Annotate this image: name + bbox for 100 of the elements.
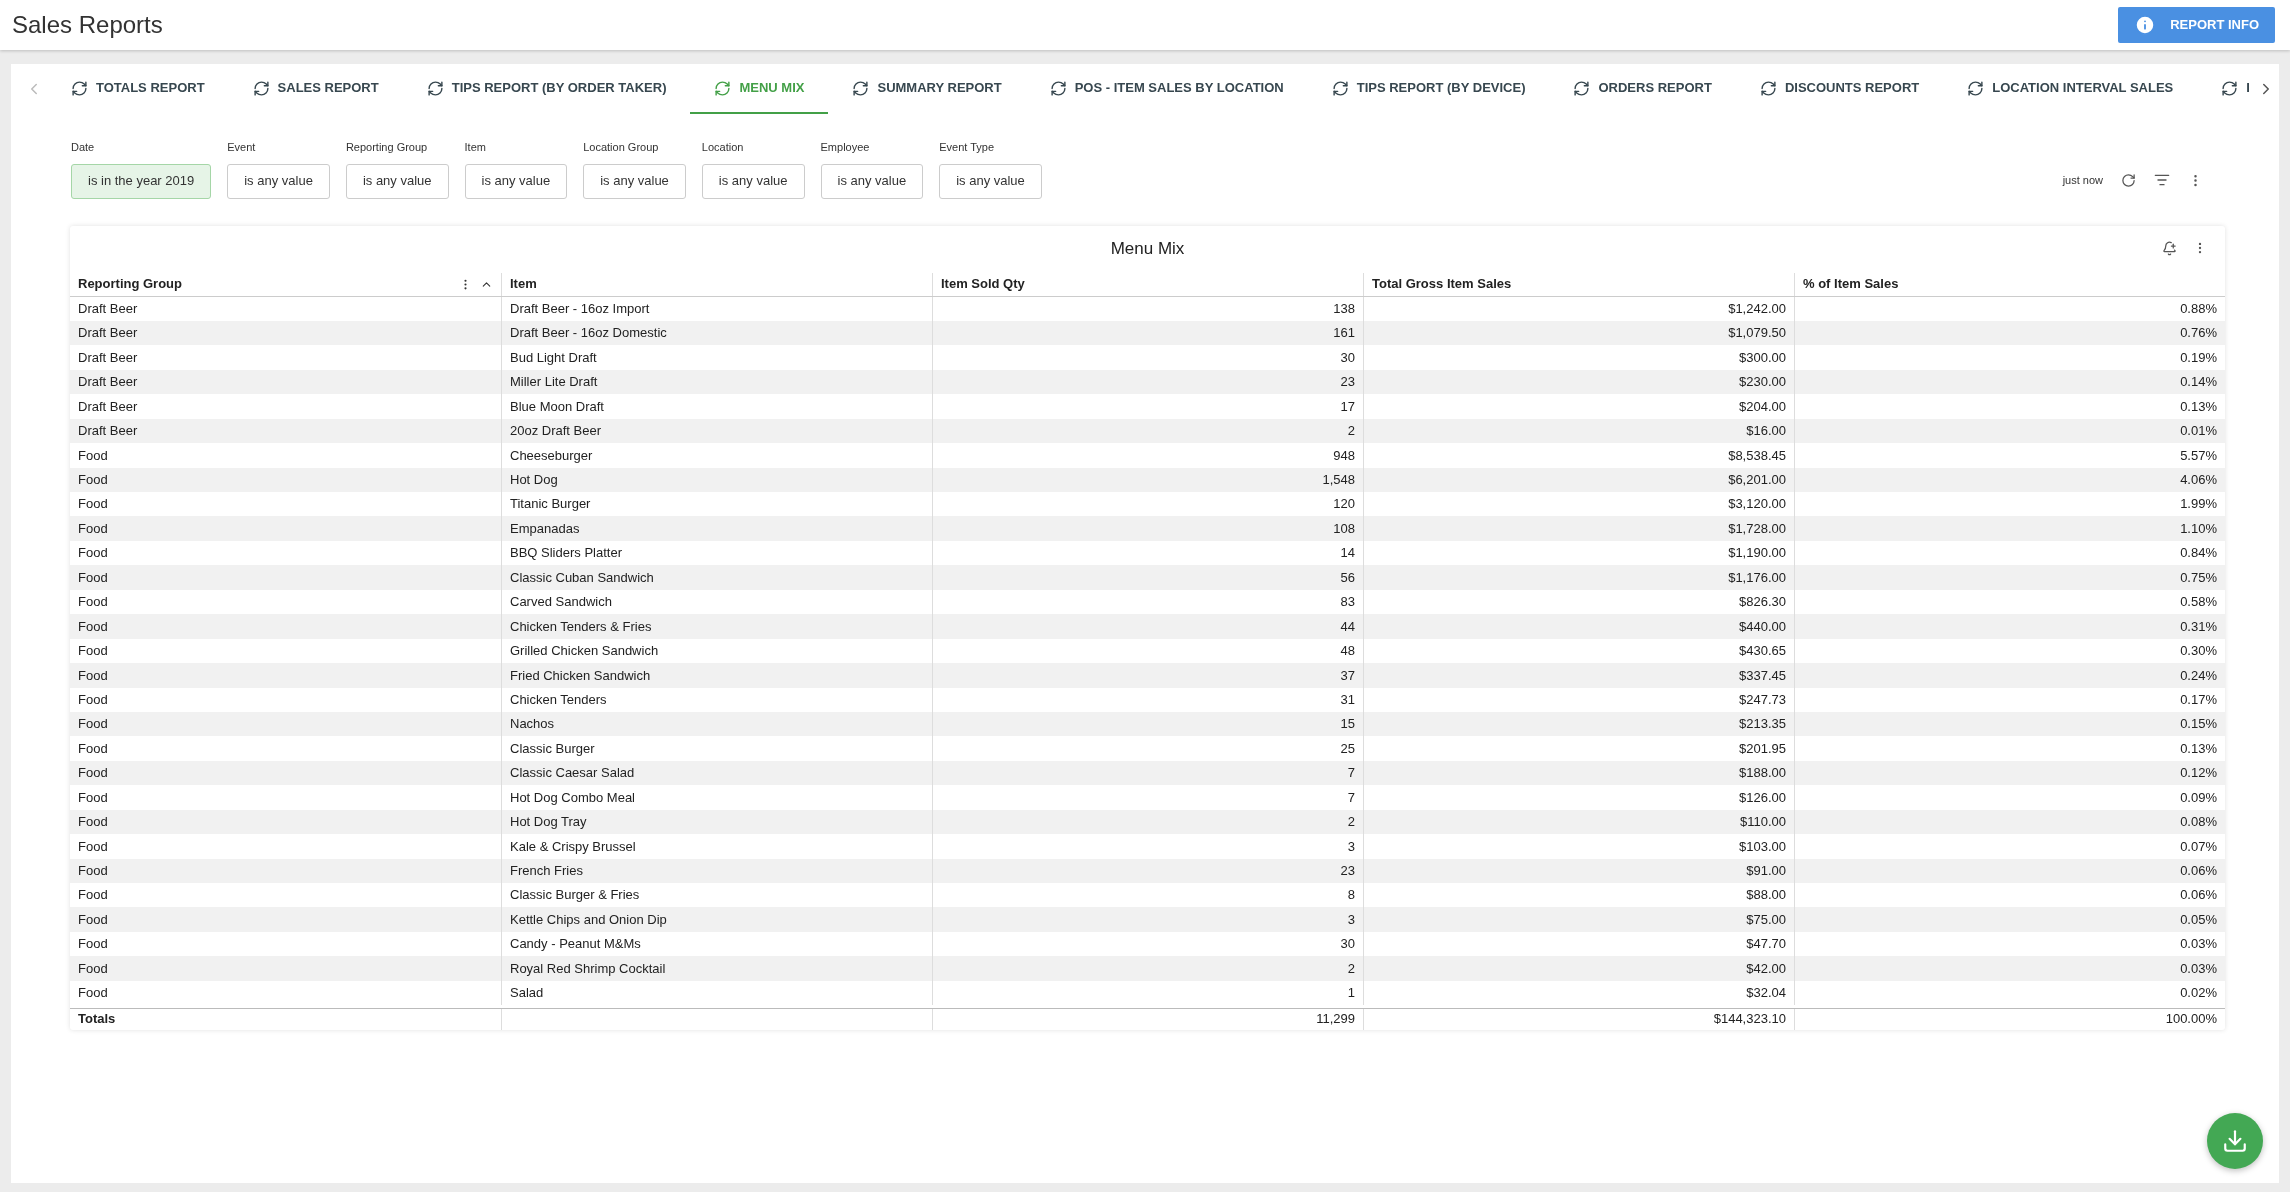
table-cell-text: $230.00 <box>1739 373 1786 392</box>
page-title: Sales Reports <box>12 10 163 40</box>
download-icon <box>2222 1128 2248 1154</box>
table-cell-text: 0.15% <box>2180 715 2217 734</box>
table-cell-text: 0.58% <box>2180 593 2217 612</box>
refresh-icon <box>1049 79 1067 97</box>
table-cell-text: 161 <box>1333 324 1355 343</box>
table-cell-text: Candy - Peanut M&Ms <box>510 935 641 954</box>
table-cell-text: $826.30 <box>1739 593 1786 612</box>
table-cell-text: 31 <box>1340 690 1355 709</box>
table-cell-text: Food <box>78 642 108 661</box>
table-cell-text: Cheeseburger <box>510 446 593 465</box>
table-cell-text: Titanic Burger <box>510 495 591 514</box>
column-header[interactable]: Item <box>510 274 537 294</box>
filter-label: Event <box>227 140 257 155</box>
table-cell-text: 30 <box>1340 348 1355 367</box>
table-cell-text: Chicken Tenders <box>510 690 607 709</box>
table-cell-text: 108 <box>1333 519 1355 538</box>
info-icon <box>2134 14 2157 36</box>
report-tab[interactable]: TOTALS REPORT <box>47 64 229 114</box>
table-cell-text: French Fries <box>510 862 583 881</box>
table-cell-text: $1,242.00 <box>1728 299 1786 318</box>
table-cell-text: Draft Beer <box>78 324 138 343</box>
table-cell-text: 0.31% <box>2180 617 2217 636</box>
refresh-icon <box>1331 79 1349 97</box>
report-tab[interactable]: SALES REPORT <box>228 64 403 114</box>
column-header[interactable]: Reporting Group <box>78 274 182 294</box>
table-cell-text: $6,201.00 <box>1728 471 1786 490</box>
table-cell-text: Food <box>78 935 108 954</box>
table-cell-text: Food <box>78 593 108 612</box>
download-button[interactable] <box>2207 1113 2263 1169</box>
filter-button[interactable]: is any value <box>939 163 1042 199</box>
table-cell-text: Food <box>78 739 108 758</box>
table-cell-text: $1,079.50 <box>1728 324 1786 343</box>
table-cell-text: 0.84% <box>2180 544 2217 563</box>
table-cell-text: Food <box>78 544 108 563</box>
column-header[interactable]: Item Sold Qty <box>941 274 1025 294</box>
filter-label: Event Type <box>939 140 995 155</box>
table-cell-text: 37 <box>1340 666 1355 685</box>
bell-icon[interactable] <box>2162 240 2177 256</box>
table-cell-text: Food <box>78 837 108 856</box>
table-cell-text: 7 <box>1347 788 1355 807</box>
table-cell-text: 2 <box>1347 959 1355 978</box>
refresh-icon[interactable] <box>2121 172 2136 188</box>
table-cell-text: 0.06% <box>2180 886 2217 905</box>
filter-button[interactable]: is any value <box>701 163 805 199</box>
report-tab[interactable]: DISCOUNTS REPORT <box>1735 64 1944 114</box>
table-cell-text: 83 <box>1340 593 1355 612</box>
table-cell-text: 0.19% <box>2180 348 2217 367</box>
table-cell-text: Hot Dog Combo Meal <box>510 788 635 807</box>
table-cell-text: 2 <box>1347 813 1355 832</box>
column-header[interactable]: % of Item Sales <box>1803 274 1899 294</box>
report-tab[interactable]: SUMMARY REPORT <box>828 64 1026 114</box>
table-cell-text: 0.09% <box>2180 788 2217 807</box>
report-tab[interactable]: TIPS REPORT (BY ORDER TAKER) <box>402 64 691 114</box>
table-cell-text: $75.00 <box>1746 910 1786 929</box>
report-tab[interactable]: TIPS REPORT (BY DEVICE) <box>1307 64 1550 114</box>
table-cell-text: 1.10% <box>2180 519 2217 538</box>
table-cell-text: Hot Dog Tray <box>510 813 587 832</box>
table-cell-text: Kale & Crispy Brussel <box>510 837 636 856</box>
table-cell-text: 2 <box>1347 422 1355 441</box>
table-cell-text: Kettle Chips and Onion Dip <box>510 910 667 929</box>
table-cell-text: 0.13% <box>2180 739 2217 758</box>
table-cell-text: $1,190.00 <box>1728 544 1786 563</box>
filter-label: Date <box>71 140 96 155</box>
table-cell-text: Empanadas <box>510 519 580 538</box>
table-cell-text: Food <box>78 519 108 538</box>
filter-button[interactable]: is any value <box>583 163 686 199</box>
totals-cell-text: 11,299 <box>1316 1010 1355 1029</box>
report-tab[interactable]: LOCATION INTERVAL SALES <box>1943 64 2198 114</box>
table-cell-text: 23 <box>1340 373 1355 392</box>
table-cell-text: Draft Beer - 16oz Import <box>510 299 650 318</box>
table-cell-text: $213.35 <box>1739 715 1786 734</box>
table-cell-text: 20oz Draft Beer <box>510 422 602 441</box>
table-cell-text: 30 <box>1340 935 1355 954</box>
totals-cell-text: $144,323.10 <box>1713 1010 1786 1029</box>
table-cell-text: $201.95 <box>1739 739 1786 758</box>
refresh-icon <box>252 79 270 97</box>
filter-button[interactable]: is any value <box>820 163 924 199</box>
filter-button[interactable]: is any value <box>464 163 568 199</box>
table-cell-text: $440.00 <box>1739 617 1786 636</box>
table-cell-text: 138 <box>1333 299 1355 318</box>
table-cell-text: 17 <box>1340 397 1355 416</box>
filter-button[interactable]: is in the year 2019 <box>71 163 212 199</box>
table-cell-text: $126.00 <box>1739 788 1786 807</box>
column-header[interactable]: Total Gross Item Sales <box>1372 274 1512 294</box>
filter-button[interactable]: is any value <box>345 163 449 199</box>
report-tab[interactable]: POS - ITEM SALES BY LOCATION <box>1025 64 1308 114</box>
report-tab[interactable]: I <box>2197 64 2274 114</box>
table-cell-text: 8 <box>1347 886 1355 905</box>
table-cell-text: Food <box>78 886 108 905</box>
table-cell-text: Classic Caesar Salad <box>510 764 635 783</box>
table-cell-text: Draft Beer <box>78 373 138 392</box>
report-tab[interactable]: ORDERS REPORT <box>1549 64 1736 114</box>
filter-button[interactable]: is any value <box>227 163 330 199</box>
table-cell-text: $247.73 <box>1739 690 1786 709</box>
table-cell-text: Draft Beer <box>78 422 138 441</box>
table-cell-text: 14 <box>1340 544 1355 563</box>
refresh-icon <box>852 79 870 97</box>
table-cell-text: 4.06% <box>2180 471 2217 490</box>
